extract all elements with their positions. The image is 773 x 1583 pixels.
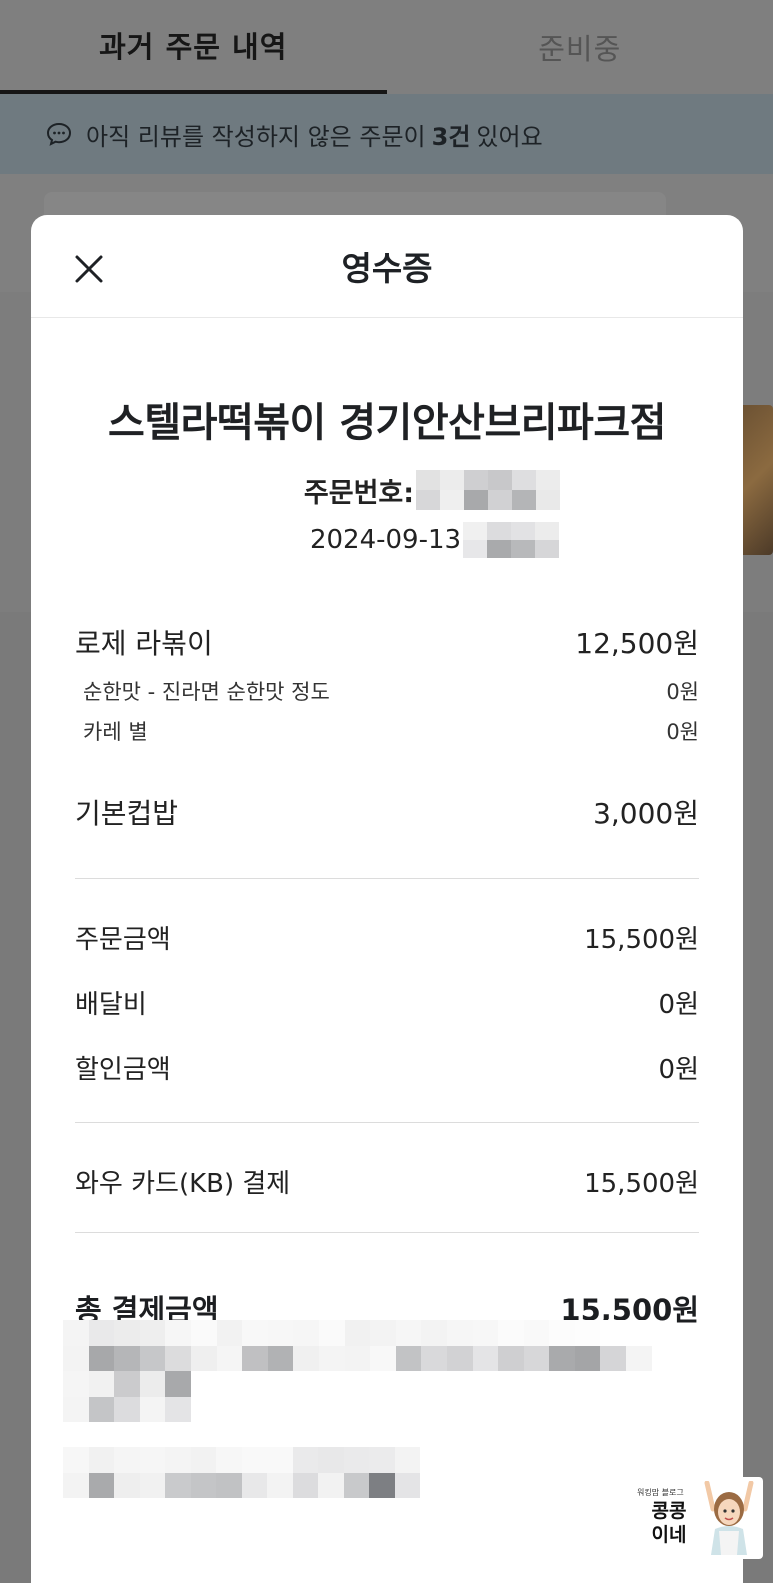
- redacted-order-time: [463, 522, 560, 558]
- modal-title: 영수증: [341, 249, 433, 288]
- order-date: 2024-09-13: [309, 525, 462, 555]
- redacted-order-number: [416, 470, 561, 510]
- payment-amount: 15,500원: [584, 1169, 699, 1199]
- watermark-title-line1: 콩콩: [651, 1500, 687, 1522]
- delivery-fee-row: 배달비 0원: [75, 984, 699, 1021]
- tab-past-orders[interactable]: 과거 주문 내역: [0, 0, 387, 94]
- payment-row: 와우 카드(KB) 결제 15,500원: [75, 1163, 699, 1200]
- top-tabs: 과거 주문 내역 준비중: [0, 0, 773, 94]
- watermark-caption: 워킹맘 블로그: [637, 1488, 684, 1497]
- discount-label: 할인금액: [75, 1055, 171, 1085]
- order-amount-row: 주문금액 15,500원: [75, 919, 699, 956]
- option-name: 카레 별: [83, 720, 148, 744]
- order-number-row: 주문번호:: [31, 468, 743, 512]
- store-name: 스텔라떡볶이 경기안산브리파크점: [108, 400, 666, 446]
- banner-count: 3건: [431, 122, 471, 151]
- delivery-fee-value: 0원: [658, 990, 699, 1020]
- modal-header: 영수증: [31, 215, 743, 318]
- redacted-info-block: [63, 1320, 652, 1422]
- close-button[interactable]: [67, 247, 111, 291]
- option-price: 0원: [666, 680, 699, 704]
- discount-row: 할인금액 0원: [75, 1049, 699, 1086]
- divider: [75, 878, 699, 879]
- order-amount-value: 15,500원: [584, 925, 699, 955]
- divider: [75, 1122, 699, 1123]
- item-name: 기본컵밥: [75, 797, 179, 830]
- blog-watermark-logo: 워킹맘 블로그 콩콩 이네: [633, 1477, 763, 1559]
- order-number-label: 주문번호:: [303, 477, 415, 509]
- item-price: 3,000원: [593, 797, 699, 830]
- option-name: 순한맛 - 진라면 순한맛 정도: [83, 680, 330, 704]
- tab-preparing[interactable]: 준비중: [387, 0, 773, 94]
- receipt-modal: 영수증 스텔라떡볶이 경기안산브리파크점 주문번호: 2024-09-13 로제…: [31, 215, 743, 1583]
- divider: [75, 1232, 699, 1233]
- item-row: 로제 라볶이 12,500원: [75, 622, 699, 662]
- discount-value: 0원: [658, 1055, 699, 1085]
- option-price: 0원: [666, 720, 699, 744]
- item-name: 로제 라볶이: [75, 627, 213, 660]
- review-banner[interactable]: 아직 리뷰를 작성하지 않은 주문이 3건 있어요: [0, 94, 773, 174]
- delivery-fee-label: 배달비: [75, 990, 147, 1020]
- chat-bubble-icon: [46, 122, 72, 146]
- redacted-info-block: [63, 1447, 471, 1498]
- item-price: 12,500원: [575, 627, 699, 660]
- banner-suffix: 있어요: [476, 122, 543, 151]
- item-option-row: 카레 별 0원: [75, 716, 699, 746]
- watermark-title: 콩콩 이네: [639, 1499, 699, 1547]
- payment-method: 와우 카드(KB) 결제: [75, 1169, 291, 1199]
- item-row: 기본컵밥 3,000원: [75, 792, 699, 832]
- watermark-title-line2: 이네: [651, 1524, 687, 1546]
- cheering-girl-illustration: [704, 1481, 754, 1555]
- order-date-row: 2024-09-13: [31, 520, 743, 560]
- item-option-row: 순한맛 - 진라면 순한맛 정도 0원: [75, 676, 699, 706]
- close-icon: [75, 255, 103, 283]
- order-amount-label: 주문금액: [75, 925, 171, 955]
- banner-text: 아직 리뷰를 작성하지 않은 주문이: [86, 122, 426, 151]
